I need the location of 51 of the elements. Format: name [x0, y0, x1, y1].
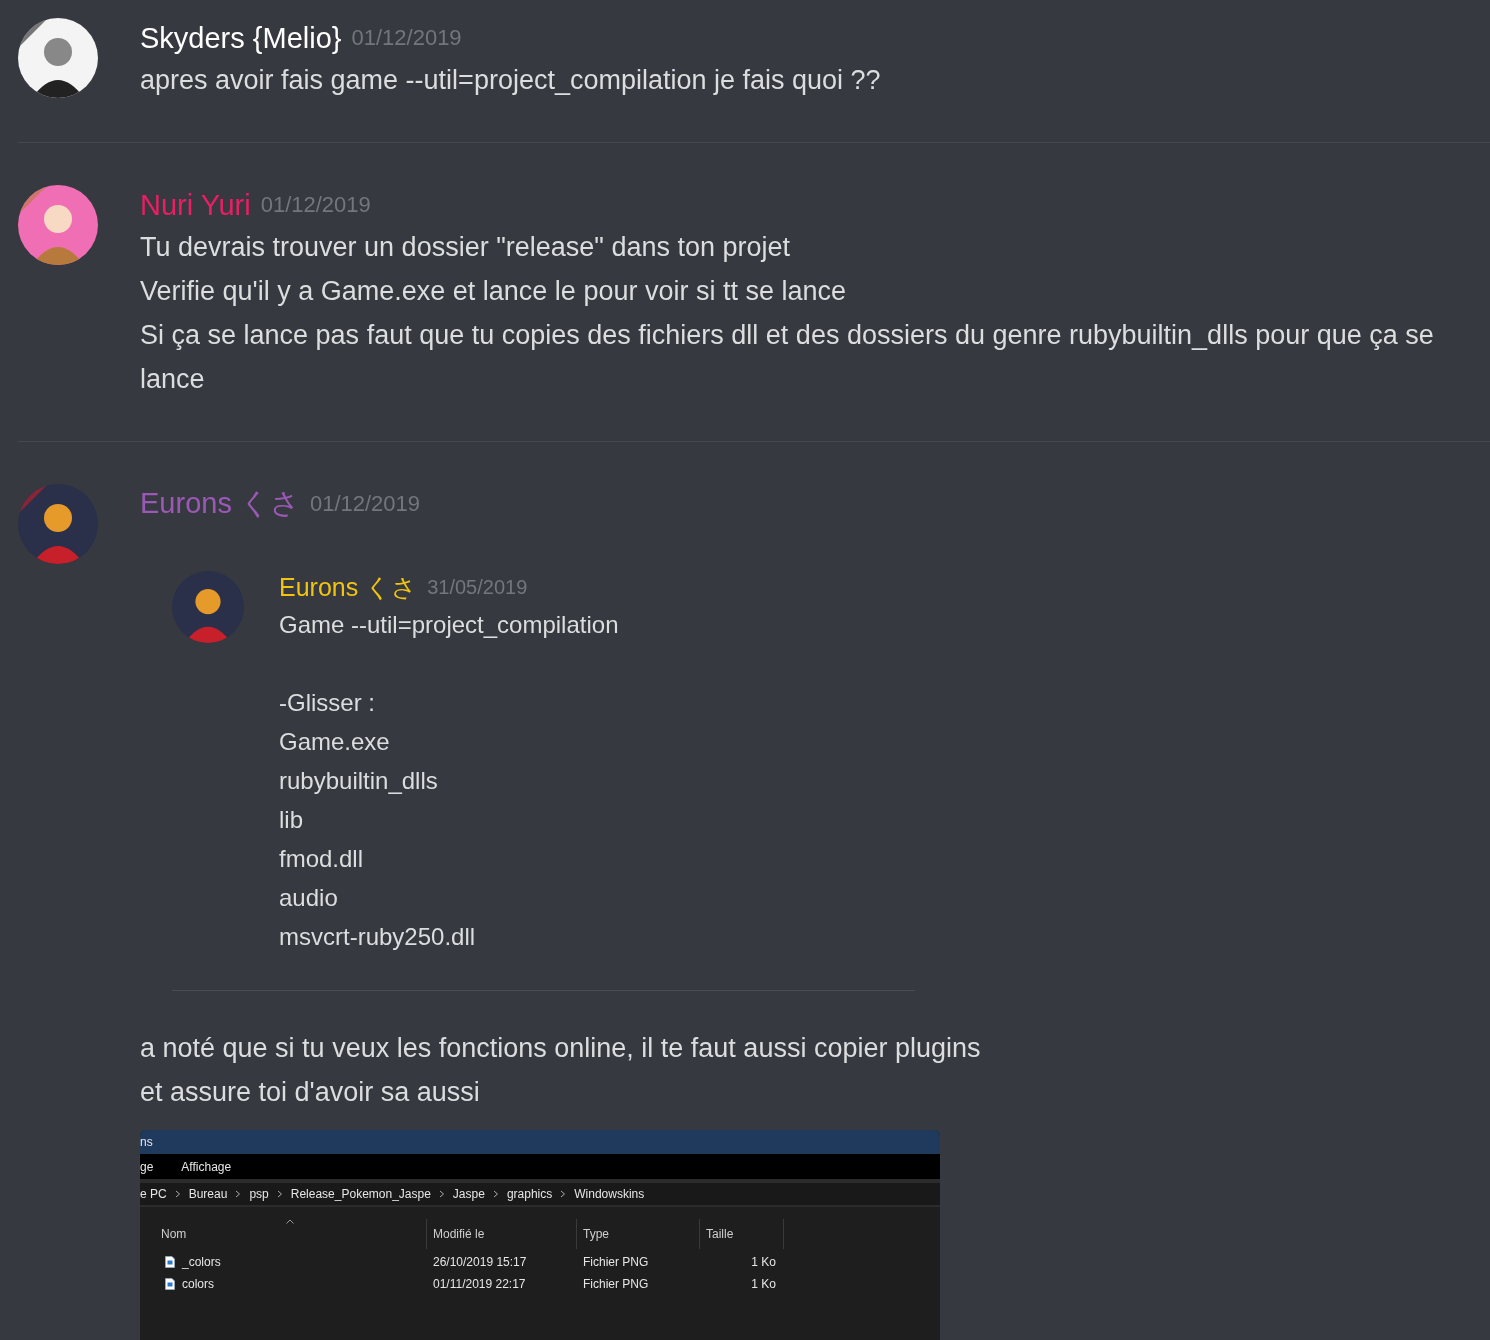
- breadcrumb-item[interactable]: Release_Pokemon_Jaspe: [290, 1187, 431, 1201]
- table-cell-text: 1 Ko: [750, 1277, 777, 1291]
- username[interactable]: Eurons くさ: [279, 570, 418, 604]
- timestamp: 01/12/2019: [309, 491, 421, 517]
- menu-item[interactable]: ge: [140, 1159, 154, 1174]
- breadcrumb-item[interactable]: psp: [249, 1187, 269, 1201]
- message-text: a noté que si tu veux les fonctions online, il te faut aussi copier plugins: [140, 1032, 982, 1065]
- breadcrumb-item[interactable]: e PC: [140, 1187, 167, 1201]
- table-cell-text: Fichier PNG: [582, 1277, 650, 1291]
- quoted-text: audio: [279, 883, 339, 913]
- column-header[interactable]: Nom: [140, 1219, 427, 1249]
- chevron-icon: [438, 1190, 445, 1198]
- timestamp: 01/12/2019: [260, 192, 371, 218]
- quoted-text: rubybuiltin_dlls: [279, 766, 439, 796]
- image-file-icon: [165, 1256, 175, 1268]
- table-cell-text: 26/10/2019 15:17: [432, 1255, 528, 1269]
- breadcrumb-item[interactable]: Windowskins: [574, 1187, 645, 1201]
- window-title: ns: [140, 1135, 153, 1149]
- message-text: Si ça se lance pas faut que tu copies des fichiers dll et des dossiers du genre rubybuiltin_dlls pour que ça se lance: [140, 319, 1435, 396]
- quoted-text: -Glisser :: [279, 688, 376, 718]
- file-name[interactable]: colors: [182, 1277, 214, 1291]
- breadcrumb-item[interactable]: Bureau: [188, 1187, 228, 1201]
- menu-item[interactable]: Affichage: [181, 1159, 232, 1174]
- quoted-text: Game --util=project_compilation: [279, 610, 619, 640]
- chevron-icon: [276, 1190, 283, 1198]
- quoted-text: fmod.dll: [279, 844, 365, 874]
- image-file-icon: [165, 1278, 175, 1290]
- message-text: Tu devrais trouver un dossier "release" dans ton projet: [140, 231, 791, 264]
- chevron-icon: [235, 1190, 242, 1198]
- timestamp: 31/05/2019: [427, 575, 528, 599]
- username[interactable]: Skyders {Melio}: [140, 21, 342, 55]
- column-header[interactable]: Taille: [700, 1219, 784, 1249]
- table-cell-text: 01/11/2019 22:17: [432, 1277, 527, 1291]
- quoted-text: lib: [279, 805, 304, 835]
- breadcrumb-item[interactable]: Jaspe: [452, 1187, 485, 1201]
- sort-caret-icon: [286, 1219, 294, 1224]
- quoted-text: Game.exe: [279, 727, 391, 757]
- message-text: et assure toi d'avoir sa aussi: [140, 1076, 481, 1109]
- quoted-text: msvcrt-ruby250.dll: [279, 922, 477, 952]
- message-text: apres avoir fais game --util=project_compilation je fais quoi ??: [140, 64, 882, 97]
- chevron-icon: [560, 1190, 567, 1198]
- breadcrumb-item[interactable]: graphics: [506, 1187, 553, 1201]
- message-text: Verifie qu'il y a Game.exe et lance le pour voir si tt se lance: [140, 275, 847, 308]
- chevron-icon: [174, 1190, 181, 1198]
- file-name[interactable]: _colors: [182, 1255, 221, 1269]
- column-header[interactable]: Type: [577, 1219, 700, 1249]
- table-cell-text: 1 Ko: [750, 1255, 777, 1269]
- table-cell-text: Fichier PNG: [582, 1255, 650, 1269]
- timestamp: 01/12/2019: [351, 25, 462, 51]
- column-header[interactable]: Modifié le: [427, 1219, 577, 1249]
- chevron-icon: [492, 1190, 499, 1198]
